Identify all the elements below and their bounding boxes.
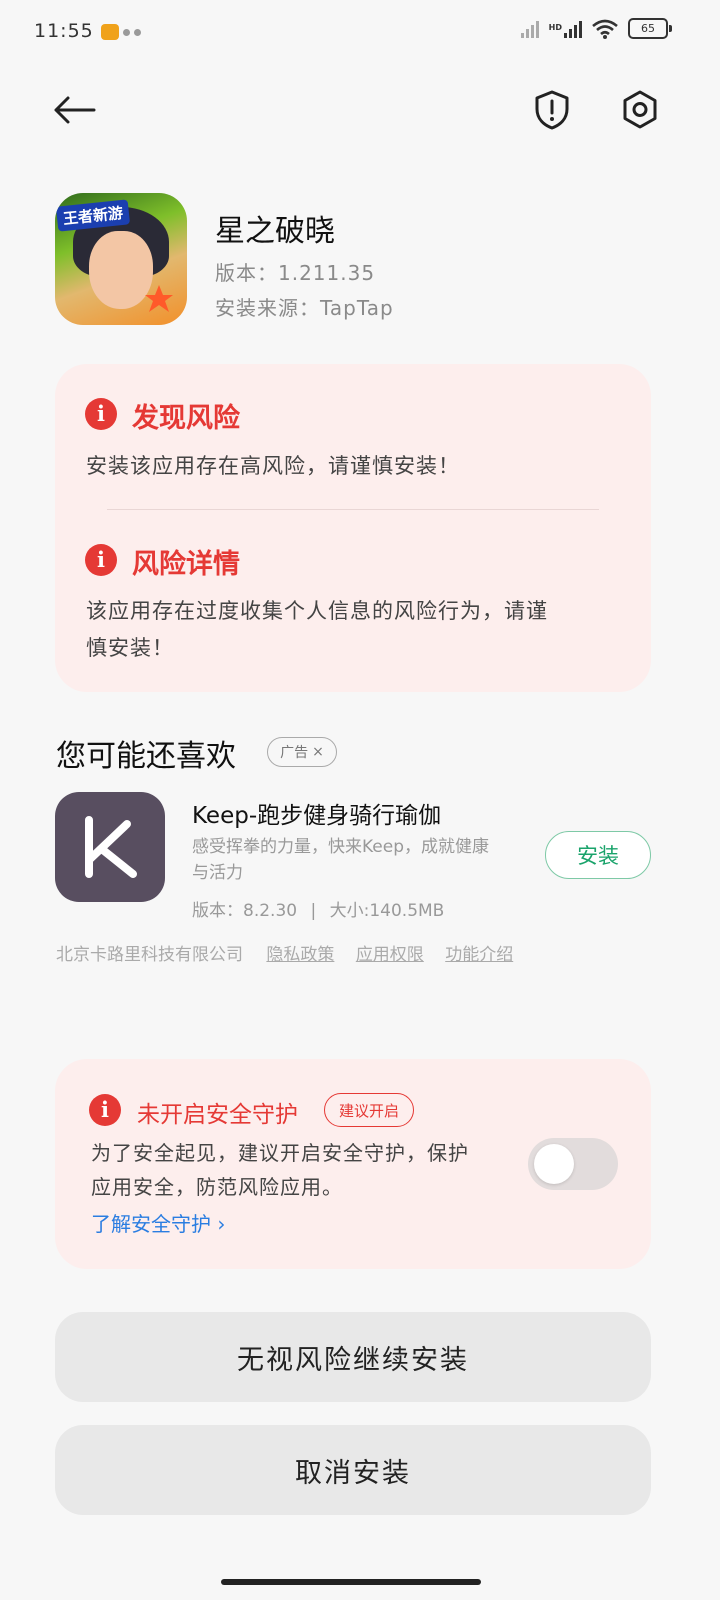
notification-app-icon	[101, 24, 119, 40]
shield-alert-icon	[535, 90, 569, 130]
divider	[107, 509, 599, 510]
recommended-app-desc: 感受挥拳的力量，快来Keep，成就健康 与活力	[192, 837, 490, 883]
app-source: 安装来源：TapTap	[215, 296, 394, 320]
security-protection-card: i 未开启安全守护 建议开启 为了安全起见，建议开启安全守护，保护 应用安全，防…	[55, 1059, 651, 1269]
risk-detail-text-line1: 该应用存在过度收集个人信息的风险行为，请谨	[86, 599, 548, 623]
settings-button[interactable]	[617, 86, 663, 134]
developer-info: 北京卡路里科技有限公司 隐私政策 应用权限 功能介绍	[56, 940, 513, 965]
taptap-logo-icon	[145, 285, 173, 312]
protection-toggle[interactable]	[528, 1138, 618, 1190]
wifi-icon	[592, 19, 618, 39]
app-permission-link[interactable]: 应用权限	[356, 945, 424, 965]
chevron-right-icon: ›	[211, 1212, 226, 1236]
notification-dot-icon	[123, 28, 130, 36]
status-indicators: HD 65	[520, 18, 672, 39]
warning-icon: i	[85, 398, 117, 430]
risk-detail-title: 风险详情	[132, 549, 240, 580]
app-icon: 王者新游	[55, 193, 187, 325]
back-button[interactable]	[50, 88, 98, 132]
risk-found-text: 安装该应用存在高风险，请谨慎安装！	[86, 454, 460, 478]
recommended-app-name[interactable]: Keep-跑步健身骑行瑜伽	[192, 796, 441, 830]
install-recommended-button[interactable]: 安装	[545, 831, 651, 879]
keep-app-icon[interactable]	[55, 792, 165, 902]
protection-title: 未开启安全守护	[137, 1102, 298, 1128]
feature-intro-link[interactable]: 功能介绍	[445, 945, 513, 965]
learn-protection-link[interactable]: 了解安全守护 ›	[91, 1208, 225, 1237]
risk-found-title: 发现风险	[132, 403, 240, 434]
signal-1-icon	[520, 20, 539, 38]
keep-logo-icon	[85, 816, 137, 878]
ad-close-chip[interactable]: 广告 ×	[267, 737, 337, 767]
warning-icon: i	[85, 544, 117, 576]
status-notification-icons	[101, 24, 141, 40]
security-report-button[interactable]	[530, 86, 574, 134]
continue-install-button[interactable]: 无视风险继续安装	[55, 1312, 651, 1402]
protection-text-line1: 为了安全起见，建议开启安全守护，保护	[91, 1141, 469, 1165]
signal-2-icon: HD	[549, 20, 582, 38]
app-version: 版本：1.211.35	[215, 261, 376, 285]
suggest-enable-chip: 建议开启	[324, 1093, 415, 1127]
risk-card: i 发现风险 安装该应用存在高风险，请谨慎安装！ i 风险详情 该应用存在过度收…	[55, 364, 651, 692]
app-name: 星之破晓	[215, 214, 335, 249]
gear-icon	[623, 90, 657, 129]
cancel-install-button[interactable]: 取消安装	[55, 1425, 651, 1515]
risk-detail-text-line2: 慎安装！	[86, 636, 174, 660]
status-time: 11:55	[34, 20, 94, 42]
ad-label: 广告	[280, 745, 309, 761]
notification-dot-icon	[134, 28, 141, 36]
home-indicator[interactable]	[221, 1579, 481, 1585]
toggle-knob	[534, 1144, 574, 1184]
recommend-title: 您可能还喜欢	[56, 739, 236, 774]
back-arrow-icon	[54, 96, 96, 124]
warning-icon: i	[89, 1094, 121, 1126]
privacy-policy-link[interactable]: 隐私政策	[266, 945, 334, 965]
recommended-app-version-size: 版本：8.2.30 | 大小:140.5MB	[192, 901, 445, 921]
battery-icon: 65	[628, 18, 672, 39]
close-icon: ×	[312, 744, 324, 760]
protection-text-line2: 应用安全，防范风险应用。	[91, 1175, 343, 1199]
company-name: 北京卡路里科技有限公司	[56, 945, 243, 965]
